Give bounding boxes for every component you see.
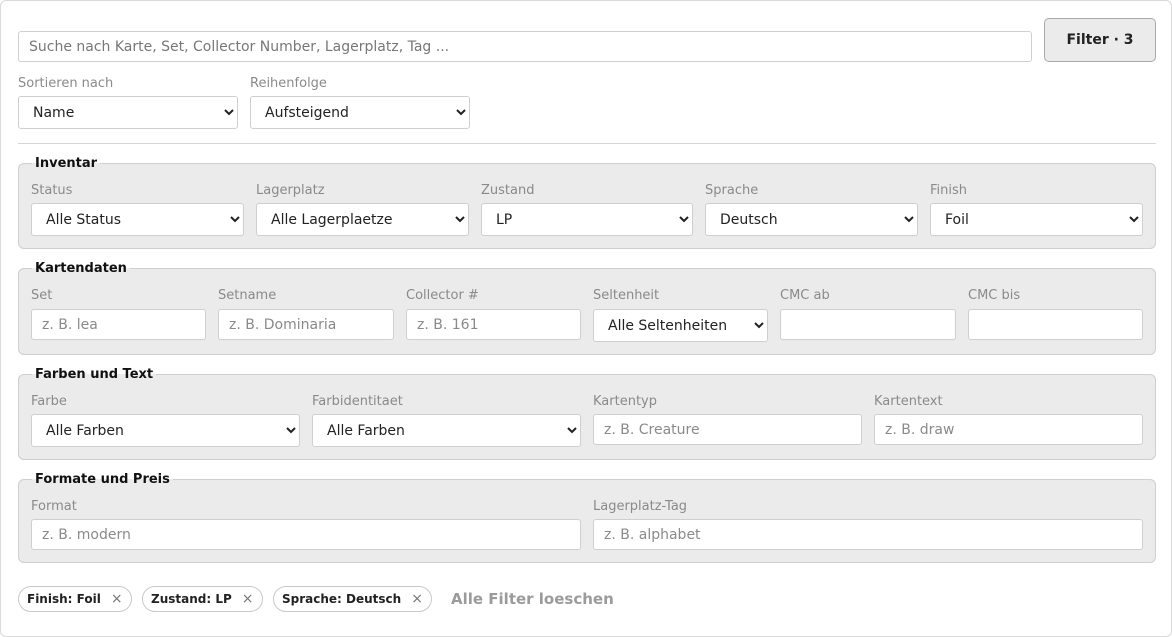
set-label: Set (31, 288, 53, 303)
filter-panel: Filter · 3 Sortieren nach Name Reihenfol… (0, 0, 1172, 637)
chip-label: Sprache: Deutsch (282, 592, 402, 606)
collector-input[interactable] (406, 309, 581, 340)
filter-toggle-button[interactable]: Filter · 3 (1044, 18, 1156, 62)
cmc-bis-input[interactable] (968, 309, 1143, 340)
farbe-select[interactable]: Alle Farben (31, 414, 300, 447)
setname-input[interactable] (218, 309, 394, 340)
lagerplatz-tag-label: Lagerplatz-Tag (593, 499, 688, 514)
farbidentitaet-label: Farbidentitaet (312, 394, 403, 409)
kartentext-label: Kartentext (874, 394, 943, 409)
zustand-select[interactable]: LP (481, 203, 693, 236)
chip-label: Zustand: LP (151, 592, 232, 606)
format-label: Format (31, 499, 77, 514)
kartentyp-input[interactable] (593, 414, 862, 445)
sort-order-select[interactable]: Aufsteigend (250, 96, 470, 129)
formate-legend: Formate und Preis (35, 472, 170, 487)
kartentext-input[interactable] (874, 414, 1143, 445)
lagerplatz-select[interactable]: Alle Lagerplaetze (256, 203, 469, 236)
finish-label: Finish (930, 183, 968, 198)
close-icon[interactable]: × (111, 591, 123, 607)
cmc-ab-label: CMC ab (780, 288, 830, 303)
status-select[interactable]: Alle Status (31, 203, 244, 236)
collector-label: Collector # (406, 288, 479, 303)
cmc-bis-label: CMC bis (968, 288, 1021, 303)
active-filter-chip: Finish: Foil × (18, 586, 132, 612)
seltenheit-select[interactable]: Alle Seltenheiten (593, 309, 768, 342)
sort-order-label: Reihenfolge (250, 76, 327, 91)
sprache-label: Sprache (705, 183, 759, 198)
farbe-label: Farbe (31, 394, 67, 409)
status-label: Status (31, 183, 73, 198)
zustand-label: Zustand (481, 183, 535, 198)
inventar-legend: Inventar (35, 156, 98, 171)
cmc-ab-input[interactable] (780, 309, 956, 340)
seltenheit-label: Seltenheit (593, 288, 660, 303)
active-filter-chip: Sprache: Deutsch × (273, 586, 432, 612)
search-input[interactable] (18, 31, 1032, 62)
farbidentitaet-select[interactable]: Alle Farben (312, 414, 581, 447)
lagerplatz-tag-input[interactable] (593, 519, 1143, 550)
active-filter-chip: Zustand: LP × (142, 586, 263, 612)
farben-legend: Farben und Text (35, 367, 154, 382)
setname-label: Setname (218, 288, 277, 303)
kartendaten-section: Kartendaten (18, 261, 1156, 355)
clear-all-filters-button[interactable]: Alle Filter loeschen (451, 590, 614, 608)
kartentyp-label: Kartentyp (593, 394, 657, 409)
set-input[interactable] (31, 309, 206, 340)
sprache-select[interactable]: Deutsch (705, 203, 918, 236)
chip-label: Finish: Foil (27, 592, 101, 606)
lagerplatz-label: Lagerplatz (256, 183, 325, 198)
sort-by-label: Sortieren nach (18, 76, 114, 91)
divider (18, 143, 1156, 144)
close-icon[interactable]: × (242, 591, 254, 607)
close-icon[interactable]: × (411, 591, 423, 607)
finish-select[interactable]: Foil (930, 203, 1143, 236)
kartendaten-legend: Kartendaten (35, 261, 127, 276)
format-input[interactable] (31, 519, 581, 550)
sort-by-select[interactable]: Name (18, 96, 238, 129)
